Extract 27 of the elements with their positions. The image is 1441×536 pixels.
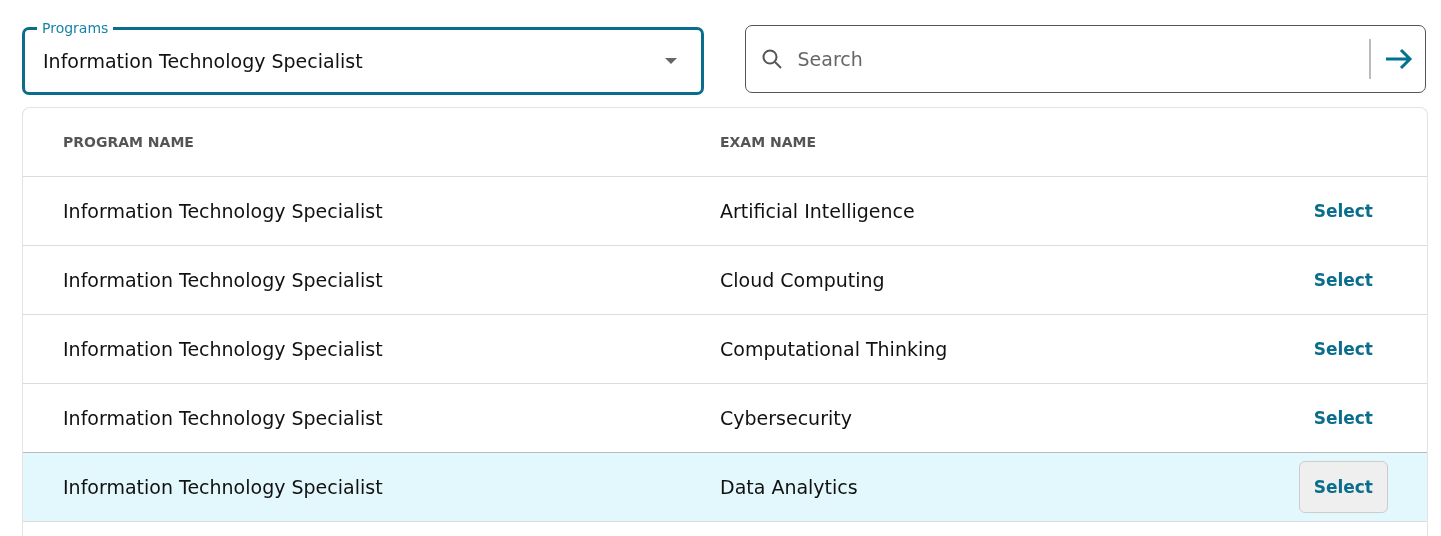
arrow-icon[interactable] [1385,48,1413,70]
table-cell-text: Information Technology Specialist [63,476,384,498]
table-cell-text: Cybersecurity [720,407,853,429]
table-row[interactable]: Information Technology Specialist Data Analytics Select [23,452,1427,522]
table-cell-text: Cloud Computing [720,269,886,291]
table-cell-text: Data Analytics [720,476,859,498]
table-cell-text: Information Technology Specialist [63,200,384,222]
table-cell-text: Artificial Intelligence [720,200,916,222]
select-button[interactable]: Select [1298,323,1388,375]
table-cell-text: Information Technology Specialist [63,269,384,291]
column-header: PROGRAM NAME [63,134,195,150]
table-cell-text: Computational Thinking [720,338,949,360]
search-field[interactable]: Search [744,25,1426,93]
table-row[interactable]: Information Technology Specialist Computational Thinking Select [23,315,1427,384]
selected-value: Information Technology Specialist [43,50,364,72]
select-button[interactable]: Select [1298,392,1388,444]
table-cell-text: Information Technology Specialist [63,338,384,360]
table-row[interactable]: Information Technology Specialist Cloud Computing Select [23,246,1427,315]
column-header: EXAM NAME [720,134,818,150]
table-row[interactable]: Information Technology Specialist Artificial Intelligence Select [23,177,1427,246]
caret-icon [664,58,677,64]
table-cell-text: Information Technology Specialist [63,407,384,429]
search-icon [761,49,782,69]
select-button[interactable]: Select [1298,185,1388,237]
select-button[interactable]: Select [1298,461,1388,513]
select-button[interactable]: Select [1298,254,1388,306]
search-input[interactable]: Search [795,47,1355,71]
